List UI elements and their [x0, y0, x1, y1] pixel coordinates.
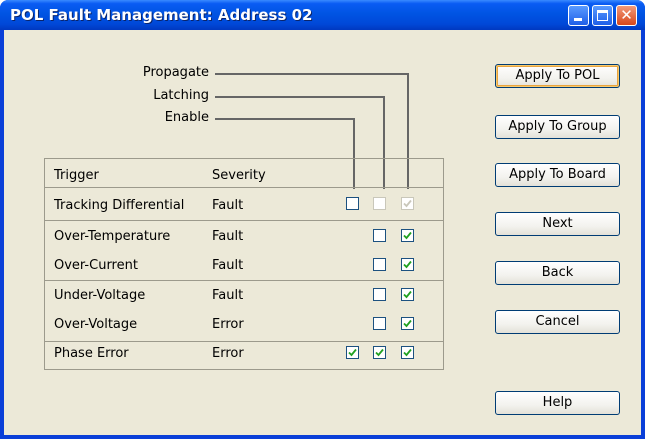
apply-to-board-button[interactable]: Apply To Board [495, 163, 620, 187]
checkmark-icon [403, 290, 412, 299]
row-severity-label: Fault [212, 229, 244, 244]
latching-checkbox[interactable] [373, 258, 386, 271]
enable-checkbox[interactable] [346, 346, 359, 359]
checkmark-icon [403, 348, 412, 357]
propagate-leader-line [215, 73, 409, 75]
row-severity-label: Fault [212, 288, 244, 303]
checkmark-icon [375, 348, 384, 357]
row-trigger-label: Phase Error [54, 346, 129, 361]
row-severity-label: Error [212, 346, 244, 361]
checkmark-icon [403, 199, 412, 208]
group-separator [45, 220, 443, 221]
row-trigger-label: Under-Voltage [54, 288, 146, 303]
row-severity-label: Fault [212, 198, 244, 213]
legend-enable-label: Enable [164, 110, 209, 125]
legend-latching-label: Latching [153, 88, 209, 103]
apply-to-group-button[interactable]: Apply To Group [495, 115, 620, 139]
propagate-checkbox[interactable] [401, 288, 414, 301]
apply-to-pol-button[interactable]: Apply To POL [495, 64, 620, 88]
table-top-rule [45, 187, 443, 188]
minimize-button[interactable] [568, 5, 589, 26]
maximize-icon [597, 10, 608, 21]
legend-propagate-label: Propagate [142, 65, 209, 80]
propagate-checkbox[interactable] [401, 346, 414, 359]
checkmark-icon [403, 319, 412, 328]
row-severity-label: Fault [212, 258, 244, 273]
row-severity-label: Error [212, 317, 244, 332]
title-bar[interactable]: POL Fault Management: Address 02 ✕ [0, 0, 645, 30]
cancel-button[interactable]: Cancel [495, 310, 620, 334]
checkmark-icon [403, 231, 412, 240]
propagate-checkbox[interactable] [401, 258, 414, 271]
latching-checkbox [373, 197, 386, 210]
next-button[interactable]: Next [495, 212, 620, 236]
row-trigger-label: Tracking Differential [54, 198, 185, 213]
group-separator [45, 341, 443, 342]
help-button[interactable]: Help [495, 391, 620, 415]
latching-checkbox[interactable] [373, 346, 386, 359]
close-button[interactable]: ✕ [616, 5, 637, 26]
checkmark-icon [348, 348, 357, 357]
latching-leader-line [215, 96, 385, 98]
maximize-button[interactable] [592, 5, 613, 26]
window-title: POL Fault Management: Address 02 [10, 6, 313, 24]
propagate-checkbox[interactable] [401, 317, 414, 330]
propagate-checkbox[interactable] [401, 229, 414, 242]
propagate-checkbox [401, 197, 414, 210]
enable-leader-line [215, 118, 355, 120]
enable-checkbox[interactable] [346, 197, 359, 210]
checkmark-icon [403, 260, 412, 269]
group-separator [45, 280, 443, 281]
latching-checkbox[interactable] [373, 288, 386, 301]
row-trigger-label: Over-Current [54, 258, 138, 273]
back-button[interactable]: Back [495, 261, 620, 285]
latching-checkbox[interactable] [373, 317, 386, 330]
row-trigger-label: Over-Voltage [54, 317, 138, 332]
minimize-icon [574, 18, 582, 21]
close-icon: ✕ [620, 6, 633, 24]
latching-checkbox[interactable] [373, 229, 386, 242]
row-trigger-label: Over-Temperature [54, 229, 171, 244]
